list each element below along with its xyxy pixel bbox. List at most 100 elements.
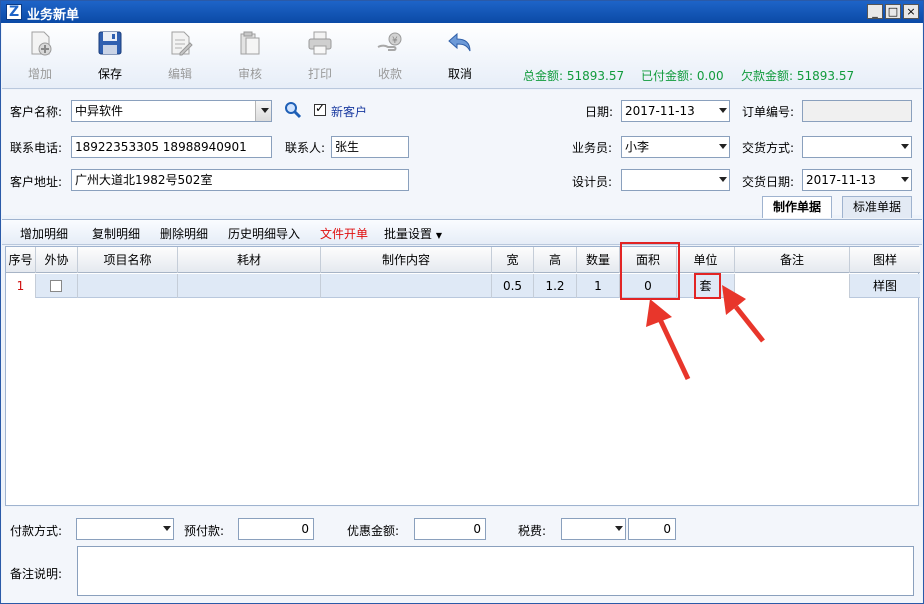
- prepaid-label: 预付款:: [184, 524, 225, 538]
- designer-label: 设计员:: [572, 175, 613, 189]
- column-header[interactable]: 单位: [677, 247, 735, 273]
- app-window: 业务新单 _ □ × 增加 保存: [0, 0, 924, 604]
- delivery-method-label: 交货方式:: [742, 141, 795, 155]
- edit-button[interactable]: 编辑: [150, 27, 210, 85]
- tax-field[interactable]: 0: [628, 518, 676, 540]
- title-bar: 业务新单 _ □ ×: [1, 1, 923, 23]
- window-title: 业务新单: [27, 8, 80, 23]
- clipboard-icon: [240, 31, 260, 55]
- customer-dropdown-button[interactable]: [255, 101, 271, 121]
- designer-select[interactable]: [621, 169, 730, 191]
- column-header[interactable]: 宽: [492, 247, 534, 273]
- add-document-icon: [31, 31, 52, 56]
- content-cell[interactable]: [321, 274, 492, 298]
- column-header[interactable]: 项目名称: [78, 247, 178, 273]
- copy-detail-button[interactable]: 复制明细: [92, 225, 140, 242]
- tax-rate-select[interactable]: [561, 518, 626, 540]
- customer-label: 客户名称:: [10, 105, 63, 119]
- salesman-label: 业务员:: [572, 141, 613, 155]
- tax-label: 税费:: [518, 524, 547, 538]
- chevron-down-icon: [901, 177, 909, 182]
- close-button[interactable]: ×: [903, 4, 919, 19]
- svg-text:¥: ¥: [392, 36, 398, 46]
- column-header[interactable]: 外协: [36, 247, 78, 273]
- chevron-down-icon: [163, 526, 171, 531]
- delivery-method-select[interactable]: [802, 136, 912, 158]
- item-name-cell[interactable]: [78, 274, 178, 298]
- collect-button[interactable]: ¥ 收款: [360, 27, 420, 85]
- column-header[interactable]: 制作内容: [321, 247, 492, 273]
- document-tabs: 制作单据 标准单据: [2, 194, 922, 218]
- remark-label: 备注说明:: [10, 567, 63, 581]
- column-header[interactable]: 序号: [6, 247, 36, 273]
- undo-arrow-icon: [448, 32, 471, 52]
- grid-header: 序号 外协 项目名称 耗材 制作内容 宽 高 数量 面积 单位 备注 图样: [6, 247, 920, 273]
- chevron-down-icon: [719, 144, 727, 149]
- contact-label: 联系人:: [285, 141, 326, 155]
- minimize-button[interactable]: _: [867, 4, 883, 19]
- address-field[interactable]: 广州大道北1982号502室: [71, 169, 409, 191]
- date-label: 日期:: [585, 105, 614, 119]
- audit-button[interactable]: 审核: [220, 27, 280, 85]
- app-logo-icon: [6, 4, 22, 20]
- order-number-field[interactable]: [802, 100, 912, 122]
- print-button[interactable]: 打印: [290, 27, 350, 85]
- phone-field[interactable]: 18922353305 18988940901: [71, 136, 272, 158]
- detail-grid: 序号 外协 项目名称 耗材 制作内容 宽 高 数量 面积 单位 备注 图样 1 …: [5, 242, 920, 506]
- column-header[interactable]: 数量: [577, 247, 620, 273]
- discount-field[interactable]: 0: [414, 518, 486, 540]
- dropdown-caret-icon: ▼: [435, 231, 442, 240]
- remark-textarea[interactable]: [77, 546, 914, 596]
- outsource-cell[interactable]: [36, 274, 78, 298]
- column-header[interactable]: 图样: [850, 247, 920, 273]
- file-order-button[interactable]: 文件开单: [320, 225, 368, 242]
- column-header[interactable]: 耗材: [178, 247, 321, 273]
- contact-field[interactable]: 张生: [331, 136, 409, 158]
- chevron-down-icon: [261, 108, 269, 113]
- edit-document-icon: [171, 31, 193, 56]
- printer-icon: [308, 31, 332, 55]
- save-button[interactable]: 保存: [80, 27, 140, 85]
- tab-make-document[interactable]: 制作单据: [762, 196, 833, 218]
- new-customer-label: 新客户: [331, 105, 368, 119]
- delivery-date-label: 交货日期:: [742, 175, 795, 189]
- batch-settings-button[interactable]: 批量设置 ▼: [384, 225, 442, 242]
- payment-method-label: 付款方式:: [10, 524, 63, 538]
- sample-cell[interactable]: 样图: [850, 274, 920, 298]
- payment-panel: 付款方式: 预付款: 0 优惠金额: 0 税费: 0 备注说明:: [2, 507, 922, 603]
- new-customer-checkbox[interactable]: [314, 101, 326, 116]
- annotation-arrow-icon: [722, 285, 765, 343]
- column-header[interactable]: 高: [534, 247, 577, 273]
- add-detail-button[interactable]: 增加明细: [20, 225, 68, 242]
- prepaid-field[interactable]: 0: [238, 518, 314, 540]
- date-picker[interactable]: 2017-11-13: [621, 100, 730, 122]
- delete-detail-button[interactable]: 删除明细: [160, 225, 208, 242]
- phone-label: 联系电话:: [10, 141, 63, 155]
- delivery-date-picker[interactable]: 2017-11-13: [802, 169, 912, 191]
- column-header[interactable]: 备注: [735, 247, 850, 273]
- outsource-checkbox[interactable]: [50, 280, 62, 292]
- height-cell[interactable]: 1.2: [534, 274, 577, 298]
- address-label: 客户地址:: [10, 175, 63, 189]
- add-button[interactable]: 增加: [10, 27, 70, 85]
- search-icon[interactable]: [284, 101, 302, 119]
- annotation-arrow-icon: [646, 299, 691, 381]
- history-import-button[interactable]: 历史明细导入: [228, 225, 300, 242]
- total-amount: 总金额: 51893.57: [523, 69, 625, 83]
- width-cell[interactable]: 0.5: [492, 274, 534, 298]
- chevron-down-icon: [719, 177, 727, 182]
- salesman-select[interactable]: 小李: [621, 136, 730, 158]
- maximize-button[interactable]: □: [885, 4, 901, 19]
- cancel-button[interactable]: 取消: [430, 27, 490, 85]
- tab-standard-document[interactable]: 标准单据: [842, 196, 913, 218]
- quantity-cell[interactable]: 1: [577, 274, 620, 298]
- main-toolbar: 增加 保存 编辑 审核 打印 ¥ 收款 取消 总金额: 51893.57 已付金…: [2, 23, 922, 89]
- payment-method-select[interactable]: [76, 518, 174, 540]
- table-row[interactable]: 1 0.5 1.2 1 0 套 样图: [6, 274, 920, 298]
- owed-amount: 欠款金额: 51893.57: [741, 69, 855, 83]
- customer-select[interactable]: 中异软件: [71, 100, 272, 122]
- chevron-down-icon: [719, 108, 727, 113]
- order-number-label: 订单编号:: [742, 105, 795, 119]
- material-cell[interactable]: [178, 274, 321, 298]
- chevron-down-icon: [901, 144, 909, 149]
